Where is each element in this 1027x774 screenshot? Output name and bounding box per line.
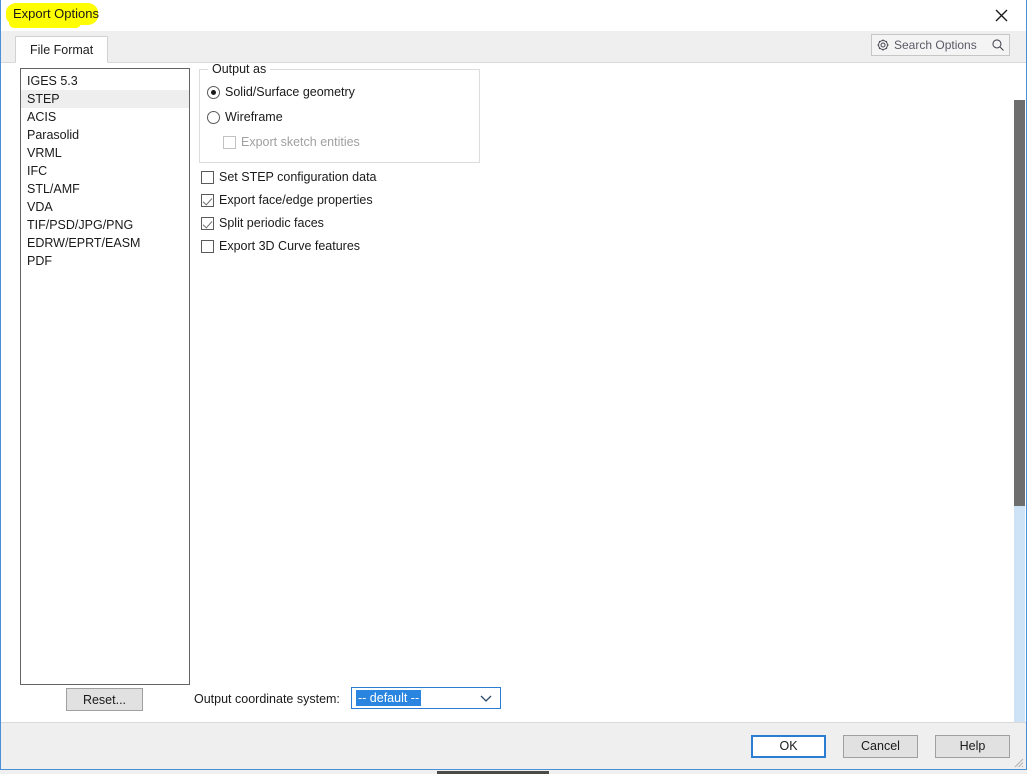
cancel-button[interactable]: Cancel: [843, 734, 918, 758]
tab-strip: File Format Search Options: [1, 31, 1026, 63]
dialog-content: IGES 5.3 STEP ACIS Parasolid VRML IFC ST…: [1, 63, 1026, 722]
checkbox-label: Export sketch entities: [241, 135, 360, 149]
gear-icon: [876, 38, 890, 52]
list-item[interactable]: EDRW/EPRT/EASM: [21, 234, 189, 252]
list-item[interactable]: STEP: [21, 90, 189, 108]
checkbox-split-periodic-faces[interactable]: Split periodic faces: [201, 216, 324, 230]
coord-selected-value: -- default --: [356, 690, 422, 706]
checkbox-export-sketch-entities: Export sketch entities: [223, 135, 360, 149]
scrollbar-track[interactable]: [1014, 506, 1025, 722]
output-coordinate-system-select[interactable]: -- default --: [351, 687, 501, 709]
dialog-footer: OK Cancel Help: [1, 722, 1026, 769]
checkbox-label: Split periodic faces: [219, 216, 324, 230]
chevron-down-icon: [480, 694, 492, 703]
checkbox-icon: [201, 239, 214, 253]
resize-grip-icon[interactable]: [1011, 755, 1024, 768]
content-scrollbar[interactable]: [1012, 63, 1026, 722]
checkbox-icon: [201, 170, 214, 184]
close-icon: [995, 9, 1008, 22]
file-format-list[interactable]: IGES 5.3 STEP ACIS Parasolid VRML IFC ST…: [20, 68, 190, 685]
page-title: Export Options: [13, 6, 99, 21]
checkbox-label: Export face/edge properties: [219, 193, 373, 207]
list-item[interactable]: PDF: [21, 252, 189, 270]
ok-button[interactable]: OK: [751, 734, 826, 758]
title-bar: Export Options: [1, 0, 1026, 31]
list-item[interactable]: Parasolid: [21, 126, 189, 144]
reset-button[interactable]: Reset...: [66, 688, 143, 711]
list-item[interactable]: VRML: [21, 144, 189, 162]
help-button[interactable]: Help: [935, 734, 1010, 758]
search-options-input[interactable]: Search Options: [871, 34, 1010, 56]
checkbox-icon: [201, 193, 214, 207]
checkbox-icon: [201, 216, 214, 230]
checkbox-icon: [223, 135, 236, 149]
output-as-legend: Output as: [208, 63, 271, 76]
radio-icon: [207, 85, 220, 99]
list-item[interactable]: STL/AMF: [21, 180, 189, 198]
list-item[interactable]: TIF/PSD/JPG/PNG: [21, 216, 189, 234]
output-coordinate-system-label: Output coordinate system:: [194, 692, 340, 706]
checkbox-set-step-configuration-data[interactable]: Set STEP configuration data: [201, 170, 377, 184]
checkbox-label: Set STEP configuration data: [219, 170, 377, 184]
tab-file-format[interactable]: File Format: [15, 36, 109, 63]
search-placeholder-text: Search Options: [894, 38, 977, 52]
radio-label: Solid/Surface geometry: [225, 85, 355, 99]
checkbox-export-3d-curve-features[interactable]: Export 3D Curve features: [201, 239, 360, 253]
list-item[interactable]: ACIS: [21, 108, 189, 126]
checkbox-export-face-edge-properties[interactable]: Export face/edge properties: [201, 193, 373, 207]
list-item[interactable]: VDA: [21, 198, 189, 216]
radio-label: Wireframe: [225, 110, 283, 124]
scrollbar-thumb[interactable]: [1014, 100, 1025, 506]
search-icon[interactable]: [991, 38, 1005, 52]
list-item[interactable]: IGES 5.3: [21, 72, 189, 90]
radio-wireframe[interactable]: Wireframe: [207, 110, 283, 124]
radio-solid-surface-geometry[interactable]: Solid/Surface geometry: [207, 85, 355, 99]
close-button[interactable]: [980, 2, 1022, 28]
list-item[interactable]: IFC: [21, 162, 189, 180]
checkbox-label: Export 3D Curve features: [219, 239, 361, 253]
radio-icon: [207, 110, 220, 124]
export-options-dialog: Export Options File Format Search Option…: [0, 0, 1027, 770]
